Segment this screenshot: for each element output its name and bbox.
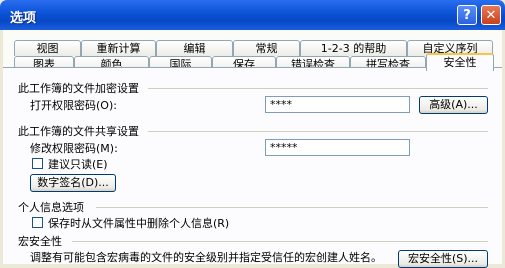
divider [96, 207, 488, 208]
share-heading: 此工作簿的文件共享设置 [18, 125, 139, 138]
readonly-label: 建议只读(E) [48, 158, 108, 171]
modify-password-input[interactable]: ***** [265, 139, 410, 156]
advanced-button[interactable]: 高级(A)... [419, 96, 488, 114]
window-title: 选项 [10, 11, 37, 26]
tab-general[interactable]: 常规 [233, 40, 300, 56]
divider [148, 131, 488, 132]
help-button[interactable]: ? [457, 5, 477, 25]
open-password-label: 打开权限密码(O): [30, 99, 117, 112]
macro-security-button[interactable]: 宏安全性(S)... [398, 250, 488, 268]
open-password-input[interactable]: **** [265, 96, 410, 113]
help-icon: ? [463, 8, 471, 23]
tab-123-help[interactable]: 1-2-3 的帮助 [300, 40, 407, 56]
tab-security[interactable]: 安全性 [426, 53, 494, 71]
tab-edit[interactable]: 编辑 [156, 40, 233, 56]
digital-signature-button[interactable]: 数字签名(D)... [30, 174, 116, 192]
close-button[interactable]: ✕ [481, 5, 501, 25]
readonly-checkbox[interactable] [32, 158, 43, 169]
remove-personal-info-checkbox[interactable] [32, 217, 43, 228]
privacy-heading: 个人信息选项 [18, 201, 84, 214]
encrypt-heading: 此工作簿的文件加密设置 [18, 82, 139, 95]
divider [72, 241, 488, 242]
divider [148, 88, 488, 89]
remove-personal-info-label: 保存时从文件属性中删除个人信息(R) [48, 217, 230, 230]
tab-view[interactable]: 视图 [14, 40, 81, 56]
macro-heading: 宏安全性 [18, 235, 62, 248]
tab-recalc[interactable]: 重新计算 [81, 40, 156, 56]
close-icon: ✕ [485, 8, 497, 23]
title-bar: 选项 ? ✕ [0, 0, 505, 30]
modify-password-label: 修改权限密码(M): [30, 142, 118, 155]
